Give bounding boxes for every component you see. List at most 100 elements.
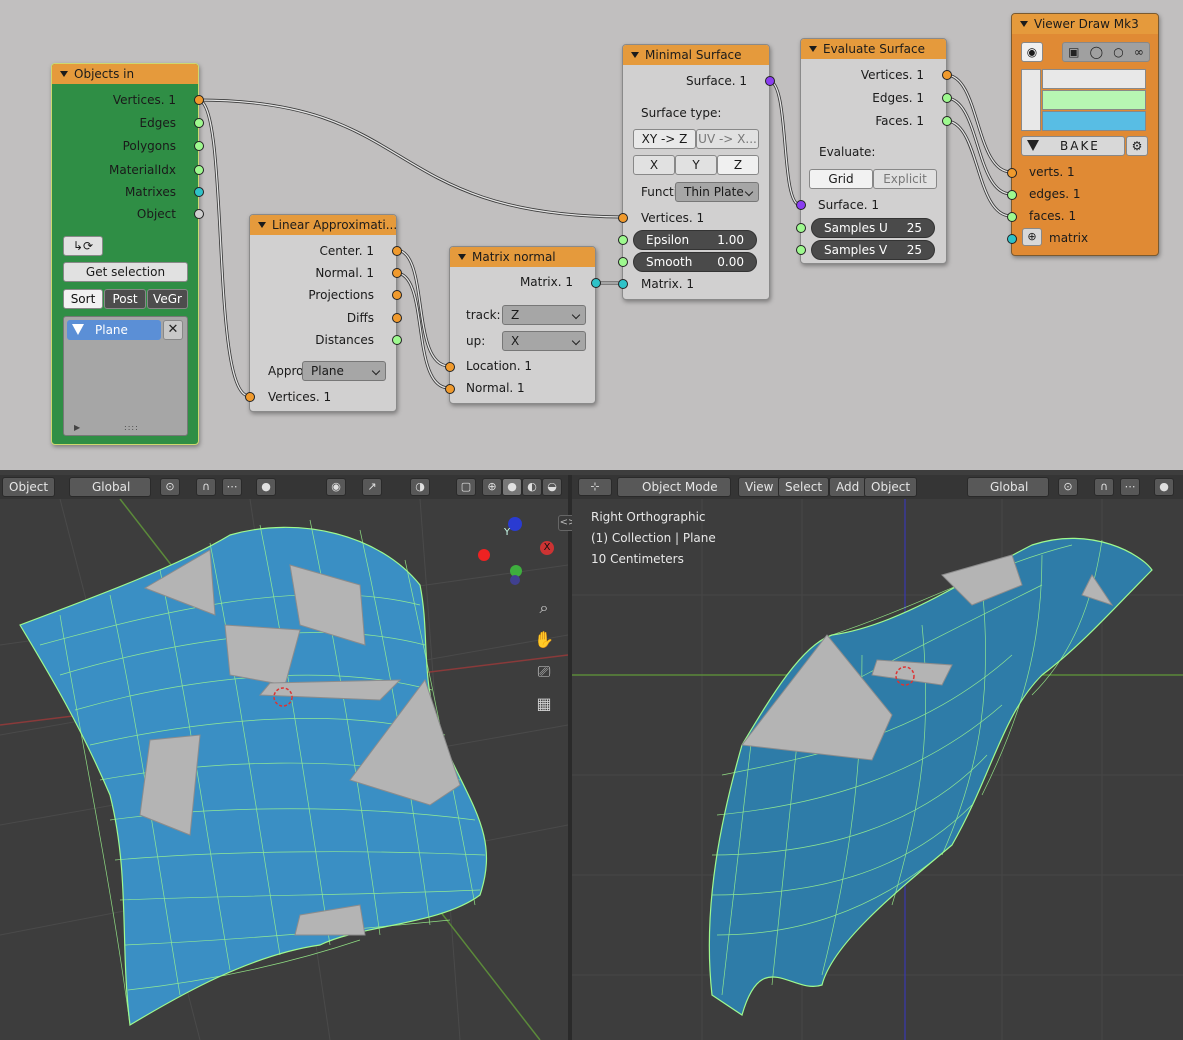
- viewport-right[interactable]: ⊹ Object Mode View Select Add Object Glo…: [572, 475, 1183, 1040]
- perspective-grid-icon[interactable]: ▦: [533, 693, 555, 715]
- collapse-arrow-icon[interactable]: [809, 46, 817, 52]
- collapse-arrow-icon[interactable]: [458, 254, 466, 260]
- samples-u-field[interactable]: Samples U 25: [811, 218, 935, 238]
- socket-center[interactable]: [392, 246, 402, 256]
- orientation-dropdown[interactable]: Global: [69, 477, 151, 497]
- face-display-icon[interactable]: ○: [1113, 45, 1123, 59]
- evaluate-grid-button[interactable]: Grid: [809, 169, 873, 189]
- node-header[interactable]: Minimal Surface: [623, 45, 769, 65]
- socket-materialidx[interactable]: [194, 165, 204, 175]
- node-viewer-draw[interactable]: Viewer Draw Mk3 ◉ ▣ ◯ ○ ∞ BAKE ⚙ verts. 1 e…: [1007, 13, 1159, 256]
- socket-vertices[interactable]: [194, 95, 204, 105]
- proportional-icon[interactable]: ●: [1154, 478, 1174, 496]
- socket-normal[interactable]: [392, 268, 402, 278]
- node-linear-approximation[interactable]: Linear Approximati... Center. 1 Normal. …: [245, 214, 402, 412]
- gizmo-x-label[interactable]: X: [540, 541, 554, 555]
- evaluate-explicit-button[interactable]: Explicit: [873, 169, 937, 189]
- object-list[interactable]: Plane ✕ ▶ ::::: [63, 316, 188, 436]
- socket-faces-out[interactable]: [942, 116, 952, 126]
- socket-location[interactable]: [445, 362, 455, 372]
- socket-edges-in[interactable]: [1007, 190, 1017, 200]
- gizmo-neg-z-icon[interactable]: [510, 575, 520, 585]
- remove-item-icon[interactable]: ✕: [163, 320, 183, 340]
- color-type-icons[interactable]: [1021, 69, 1041, 131]
- render-shading-icon[interactable]: ◒: [542, 478, 562, 496]
- settings-icon[interactable]: ⚙: [1126, 136, 1148, 156]
- socket-matrix-out[interactable]: [591, 278, 601, 288]
- menu-view[interactable]: View: [738, 477, 781, 497]
- face-color-swatch[interactable]: [1042, 111, 1146, 131]
- snap-icon[interactable]: ∩: [196, 478, 216, 496]
- visibility-icon[interactable]: ◉: [326, 478, 346, 496]
- pan-hand-icon[interactable]: ✋: [533, 629, 555, 651]
- socket-matrix-in[interactable]: [1007, 234, 1017, 244]
- socket-object[interactable]: [194, 209, 204, 219]
- reload-icon[interactable]: ↳⟳: [63, 236, 103, 256]
- socket-normal-in[interactable]: [445, 384, 455, 394]
- approx-dropdown[interactable]: Plane: [302, 361, 386, 381]
- zoom-icon[interactable]: ⌕: [533, 597, 555, 619]
- socket-smooth[interactable]: [618, 257, 628, 267]
- socket-edges[interactable]: [194, 118, 204, 128]
- collapse-arrow-icon[interactable]: [60, 71, 68, 77]
- solid-shading-icon[interactable]: ●: [502, 478, 522, 496]
- node-header[interactable]: Matrix normal: [450, 247, 595, 267]
- tab-post[interactable]: Post: [104, 289, 146, 309]
- menu-add[interactable]: Add: [829, 477, 867, 497]
- collapse-arrow-icon[interactable]: [1020, 21, 1028, 27]
- node-header[interactable]: Linear Approximati...: [250, 215, 396, 235]
- socket-faces-in[interactable]: [1007, 212, 1017, 222]
- socket-samples-v[interactable]: [796, 245, 806, 255]
- gizmo-neg-x-icon[interactable]: [478, 549, 490, 561]
- pivot-icon[interactable]: ⊙: [160, 478, 180, 496]
- menu-select[interactable]: Select: [778, 477, 830, 497]
- socket-vertices-in[interactable]: [618, 213, 628, 223]
- bake-button[interactable]: BAKE: [1021, 136, 1125, 156]
- samples-v-field[interactable]: Samples V 25: [811, 240, 935, 260]
- tab-sort[interactable]: Sort: [63, 289, 103, 309]
- axis-z-button[interactable]: Z: [717, 155, 759, 175]
- socket-vertices-out[interactable]: [942, 70, 952, 80]
- socket-surface-in[interactable]: [796, 200, 806, 210]
- menu-object[interactable]: Object: [864, 477, 918, 497]
- gizmo-icon[interactable]: ↗: [362, 478, 382, 496]
- socket-samples-u[interactable]: [796, 223, 806, 233]
- node-evaluate-surface[interactable]: Evaluate Surface Vertices. 1 Edges. 1 Fa…: [796, 38, 952, 264]
- xray-icon[interactable]: ▢: [456, 478, 476, 496]
- node-header[interactable]: Viewer Draw Mk3: [1012, 14, 1158, 34]
- axis-y-button[interactable]: Y: [675, 155, 717, 175]
- editor-type-icon[interactable]: ⊹: [578, 478, 612, 496]
- vertex-color-swatch[interactable]: [1042, 69, 1146, 89]
- viewport-left[interactable]: Object Global ⊙ ∩ ⋯ ● ◉ ↗ ◑ ▢ ⊕ ● ◐ ◒ Y …: [0, 475, 568, 1040]
- collapse-arrow-icon[interactable]: [258, 222, 266, 228]
- mode-dropdown[interactable]: Object Mode: [617, 477, 731, 497]
- material-shading-icon[interactable]: ◐: [522, 478, 542, 496]
- orientation-dropdown[interactable]: Global: [967, 477, 1049, 497]
- matrix-icon[interactable]: ⊕: [1022, 228, 1042, 246]
- socket-polygons[interactable]: [194, 141, 204, 151]
- axis-x-button[interactable]: X: [633, 155, 675, 175]
- smooth-field[interactable]: Smooth 0.00: [633, 252, 757, 272]
- socket-projections[interactable]: [392, 290, 402, 300]
- edge-color-swatch[interactable]: [1042, 90, 1146, 110]
- tab-vegr[interactable]: VeGr: [147, 289, 188, 309]
- socket-verts-in[interactable]: [1007, 168, 1017, 178]
- overlay-icon[interactable]: ◑: [410, 478, 430, 496]
- display-mode-group[interactable]: ▣ ◯ ○ ∞: [1062, 42, 1150, 62]
- node-minimal-surface[interactable]: Minimal Surface Surface. 1 Surface type:…: [618, 44, 775, 300]
- wireframe-shading-icon[interactable]: ⊕: [482, 478, 502, 496]
- type-uv-x-button[interactable]: UV -> X...: [696, 129, 759, 149]
- up-dropdown[interactable]: X: [502, 331, 586, 351]
- snap-target-icon[interactable]: ⋯: [222, 478, 242, 496]
- node-objects-in[interactable]: Objects in Vertices. 1 Edges Polygons Ma…: [51, 63, 204, 445]
- expand-arrow-icon[interactable]: ▶: [74, 423, 80, 432]
- navigation-gizmo[interactable]: Y X: [472, 513, 562, 593]
- node-editor[interactable]: Objects in Vertices. 1 Edges Polygons Ma…: [0, 0, 1183, 470]
- mode-button[interactable]: Object: [2, 477, 56, 497]
- edge-display-icon[interactable]: ◯: [1090, 45, 1103, 59]
- proportional-icon[interactable]: ●: [256, 478, 276, 496]
- track-dropdown[interactable]: Z: [502, 305, 586, 325]
- function-dropdown[interactable]: Thin Plate: [675, 182, 759, 202]
- epsilon-field[interactable]: Epsilon 1.00: [633, 230, 757, 250]
- vertex-display-icon[interactable]: ▣: [1068, 45, 1079, 59]
